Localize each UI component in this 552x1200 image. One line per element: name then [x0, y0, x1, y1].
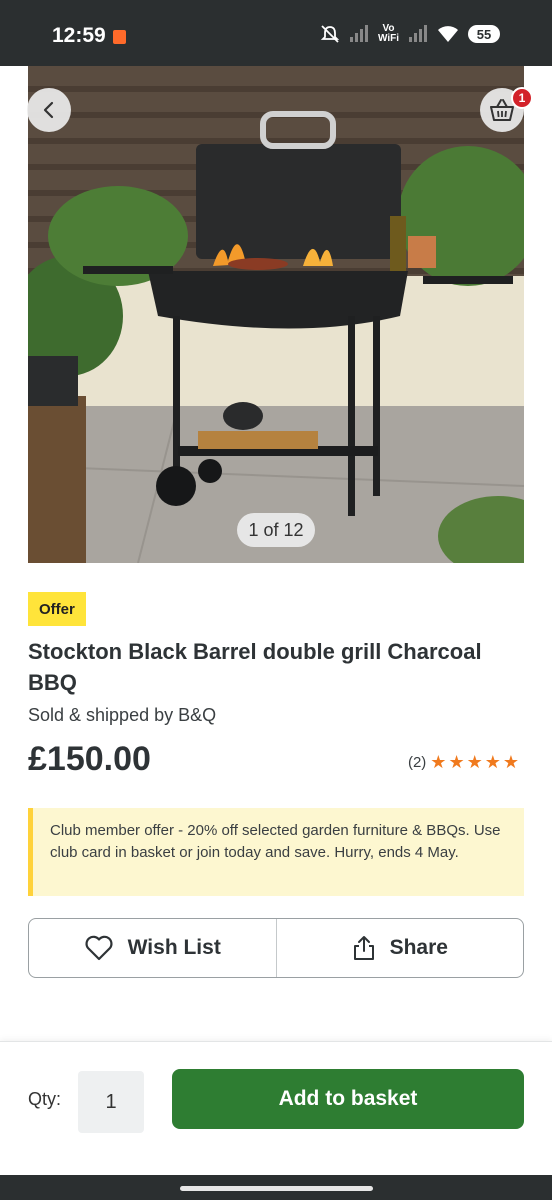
back-button[interactable] [27, 88, 71, 132]
star-icon: ★ [448, 752, 465, 772]
qty-label: Qty: [28, 1089, 62, 1109]
product-title: Stockton Black Barrel double grill Charc… [28, 639, 482, 695]
star-icon: ★ [484, 752, 501, 772]
signal-icon-2 [408, 25, 428, 43]
image-counter: 1 of 12 [237, 513, 315, 547]
share-label: Share [389, 936, 448, 959]
wishlist-label: Wish List [127, 936, 221, 959]
battery-icon: 55 [468, 25, 500, 43]
wishlist-button[interactable]: Wish List [29, 919, 276, 977]
star-rating: ★ ★ ★ ★ ★ [430, 753, 519, 771]
product-price: £150.00 [28, 740, 151, 778]
seller-info: Sold & shipped by B&Q [28, 705, 217, 725]
back-chevron-icon [43, 101, 54, 119]
mute-icon [320, 24, 340, 44]
home-gesture-handle[interactable] [180, 1186, 373, 1191]
club-offer-text: Club member offer - 20% off selected gar… [50, 822, 501, 861]
rating-summary[interactable]: (2) ★ ★ ★ ★ ★ [408, 753, 519, 771]
status-time: 12:59 [52, 24, 106, 47]
review-count: (2) [407, 753, 427, 771]
vowifi-bottom: WiFi [377, 33, 399, 44]
wifi-icon [437, 25, 459, 43]
notification-icon [113, 30, 126, 44]
status-icons: Vo WiFi 55 [320, 24, 500, 44]
offer-badge: Offer [28, 592, 86, 626]
star-icon: ★ [466, 752, 483, 772]
add-to-basket-label: Add to basket [278, 1087, 418, 1110]
status-bar: 12:59 Vo WiFi 55 [0, 0, 552, 66]
product-image[interactable] [28, 66, 524, 563]
add-to-basket-button[interactable]: Add to basket [172, 1069, 524, 1129]
action-buttons: Wish List Share [28, 918, 524, 978]
club-offer-banner: Club member offer - 20% off selected gar… [28, 808, 524, 896]
basket-count-badge: 1 [511, 87, 533, 109]
bbq-illustration [28, 66, 524, 563]
share-button[interactable]: Share [275, 919, 524, 977]
signal-icon [349, 25, 369, 43]
heart-icon [85, 935, 113, 961]
star-icon: ★ [502, 752, 519, 772]
quantity-input[interactable]: 1 [78, 1071, 144, 1133]
share-icon [353, 936, 374, 960]
vowifi-icon: Vo WiFi [378, 24, 399, 44]
star-icon: ★ [430, 752, 447, 772]
